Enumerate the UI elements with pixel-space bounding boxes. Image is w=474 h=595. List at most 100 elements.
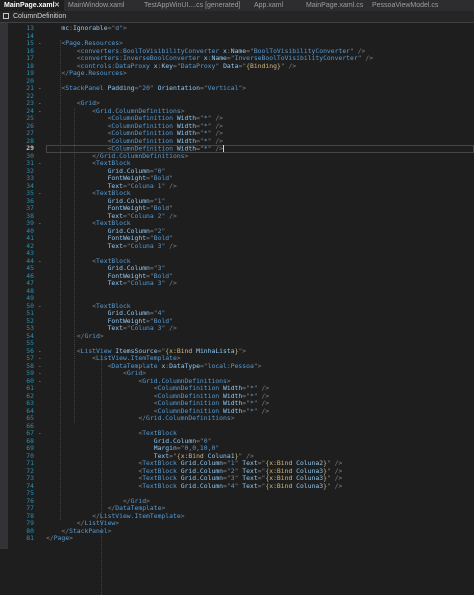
code-token: " />	[326, 481, 343, 490]
code-line[interactable]: <StackPanel Padding="20" Orientation="Ve…	[46, 84, 247, 93]
code-token: " />	[280, 61, 297, 70]
code-token: 20	[142, 84, 150, 92]
tab-mainpage-xaml[interactable]: MainPage.xaml ✕	[0, 0, 64, 11]
fold-toggle-icon[interactable]: -	[38, 100, 42, 108]
code-token: Ignorable	[72, 24, 108, 32]
code-token: ="	[122, 241, 131, 250]
fold-toggle-icon[interactable]: -	[38, 348, 42, 356]
code-token: Text	[107, 241, 123, 250]
fold-toggle-icon[interactable]: -	[38, 160, 42, 168]
code-token: " />	[207, 136, 224, 145]
close-icon[interactable]: ✕	[54, 0, 60, 11]
tab-app-xaml[interactable]: App.xaml	[250, 0, 302, 11]
code-token: x	[149, 61, 158, 70]
tab-label: MainPage.xaml	[4, 2, 55, 9]
fold-toggle-icon[interactable]: -	[38, 258, 42, 266]
code-token: " />	[161, 241, 177, 250]
document-tab-bar: MainPage.xaml ✕ MainWindow.xaml TestAppWinU…	[0, 0, 474, 11]
code-token: " />	[253, 406, 270, 415]
code-line[interactable]: </Grid.ColumnDefinitions>	[46, 414, 235, 423]
code-token: Coluna 3	[130, 324, 162, 332]
fold-toggle-icon[interactable]: -	[38, 220, 42, 228]
fold-toggle-icon[interactable]: -	[38, 430, 42, 438]
fold-toggle-icon[interactable]: -	[38, 303, 42, 311]
code-token: >	[230, 414, 235, 422]
code-token: Width	[172, 136, 197, 145]
code-token: >	[122, 69, 127, 77]
code-token: x:Bind	[269, 481, 293, 490]
code-token: >	[115, 519, 120, 527]
navigation-bar[interactable]: ColumnDefinition	[0, 11, 474, 23]
code-token: "	[215, 61, 224, 70]
code-token: Binding	[250, 61, 277, 70]
code-token: local:Pessoa	[207, 361, 254, 370]
code-editor[interactable]: 13 mc:Ignorable="d"> 14 15- <Page.Resource…	[0, 23, 474, 595]
code-token: " />	[207, 144, 224, 153]
code-token: ="	[199, 361, 208, 370]
code-token: MinhaLista	[192, 346, 235, 355]
tab-label: App.xaml	[254, 2, 284, 9]
code-token: Vertical	[207, 84, 239, 92]
code-token: StackPanel	[69, 526, 108, 535]
code-token: DataProxy	[180, 61, 216, 70]
code-token: ">	[238, 84, 247, 92]
tab-mainpage-xaml-cs[interactable]: MainPage.xaml.cs	[302, 0, 368, 11]
fold-toggle-icon[interactable]: -	[38, 378, 42, 386]
fold-toggle-icon[interactable]: -	[38, 355, 42, 363]
code-token: >	[69, 534, 73, 542]
code-line[interactable]: <TextBlock Grid.Column="4" Text="{x:Bind…	[46, 481, 343, 491]
code-line[interactable]: </Page.Resources>	[46, 69, 127, 78]
code-token: ="	[199, 84, 208, 92]
fold-toggle-icon[interactable]: -	[38, 363, 42, 371]
code-token: Page	[53, 534, 70, 542]
code-token: ColumnDefinition	[111, 136, 173, 145]
code-token: ="	[173, 61, 181, 70]
code-token: mc	[61, 24, 70, 32]
code-token: " />	[161, 279, 177, 287]
fold-toggle-icon[interactable]: -	[38, 40, 42, 48]
code-token: Coluna 2	[130, 211, 162, 220]
text-caret	[223, 145, 225, 152]
fold-toggle-icon[interactable]: -	[38, 190, 42, 198]
code-token: Coluna 1	[130, 181, 162, 190]
tab-mainwindow-xaml[interactable]: MainWindow.xaml	[64, 0, 140, 11]
code-token: " />	[161, 181, 177, 190]
code-token: Text	[242, 481, 258, 490]
code-token: Coluna 3	[130, 241, 162, 250]
code-token: >	[99, 331, 104, 340]
line-number: 81	[26, 534, 34, 542]
code-token: DataType	[169, 361, 200, 370]
code-line[interactable]: Text="Coluna 3" />	[46, 241, 177, 251]
tab-testappwinui-cs-generated[interactable]: TestAppWinUI....cs [generated]	[140, 0, 250, 11]
code-line[interactable]: mc:Ignorable="d">	[46, 24, 126, 33]
code-line[interactable]: </Grid>	[46, 331, 104, 341]
tab-pessoaviewmodel-cs[interactable]: PessoaViewModel.cs	[368, 0, 474, 11]
indicator-margin	[0, 23, 8, 549]
fold-toggle-icon[interactable]: -	[38, 85, 42, 93]
code-token: ="	[196, 144, 204, 153]
code-token: Text	[107, 324, 123, 332]
code-token: >	[184, 151, 189, 160]
code-token: ="	[223, 481, 231, 490]
code-token: Coluna3	[292, 481, 324, 490]
code-token: Padding	[103, 84, 135, 92]
code-token: " />	[161, 324, 177, 332]
code-token: TextBlock	[142, 481, 177, 490]
navigation-element-label: ColumnDefinition	[13, 13, 67, 20]
xaml-element-icon	[3, 13, 9, 19]
code-token: " />	[357, 54, 374, 62]
code-token: Orientation	[157, 84, 200, 92]
code-token: Data	[223, 61, 239, 70]
fold-toggle-icon[interactable]: -	[38, 370, 42, 378]
fold-toggle-icon[interactable]: -	[38, 108, 42, 116]
code-token: "	[149, 84, 158, 92]
code-token: >	[107, 526, 112, 535]
code-line[interactable]: </Page>	[46, 534, 73, 543]
code-token: Page.Resources	[69, 69, 123, 77]
code-line[interactable]: Text="Coluna 3" />	[46, 279, 177, 288]
